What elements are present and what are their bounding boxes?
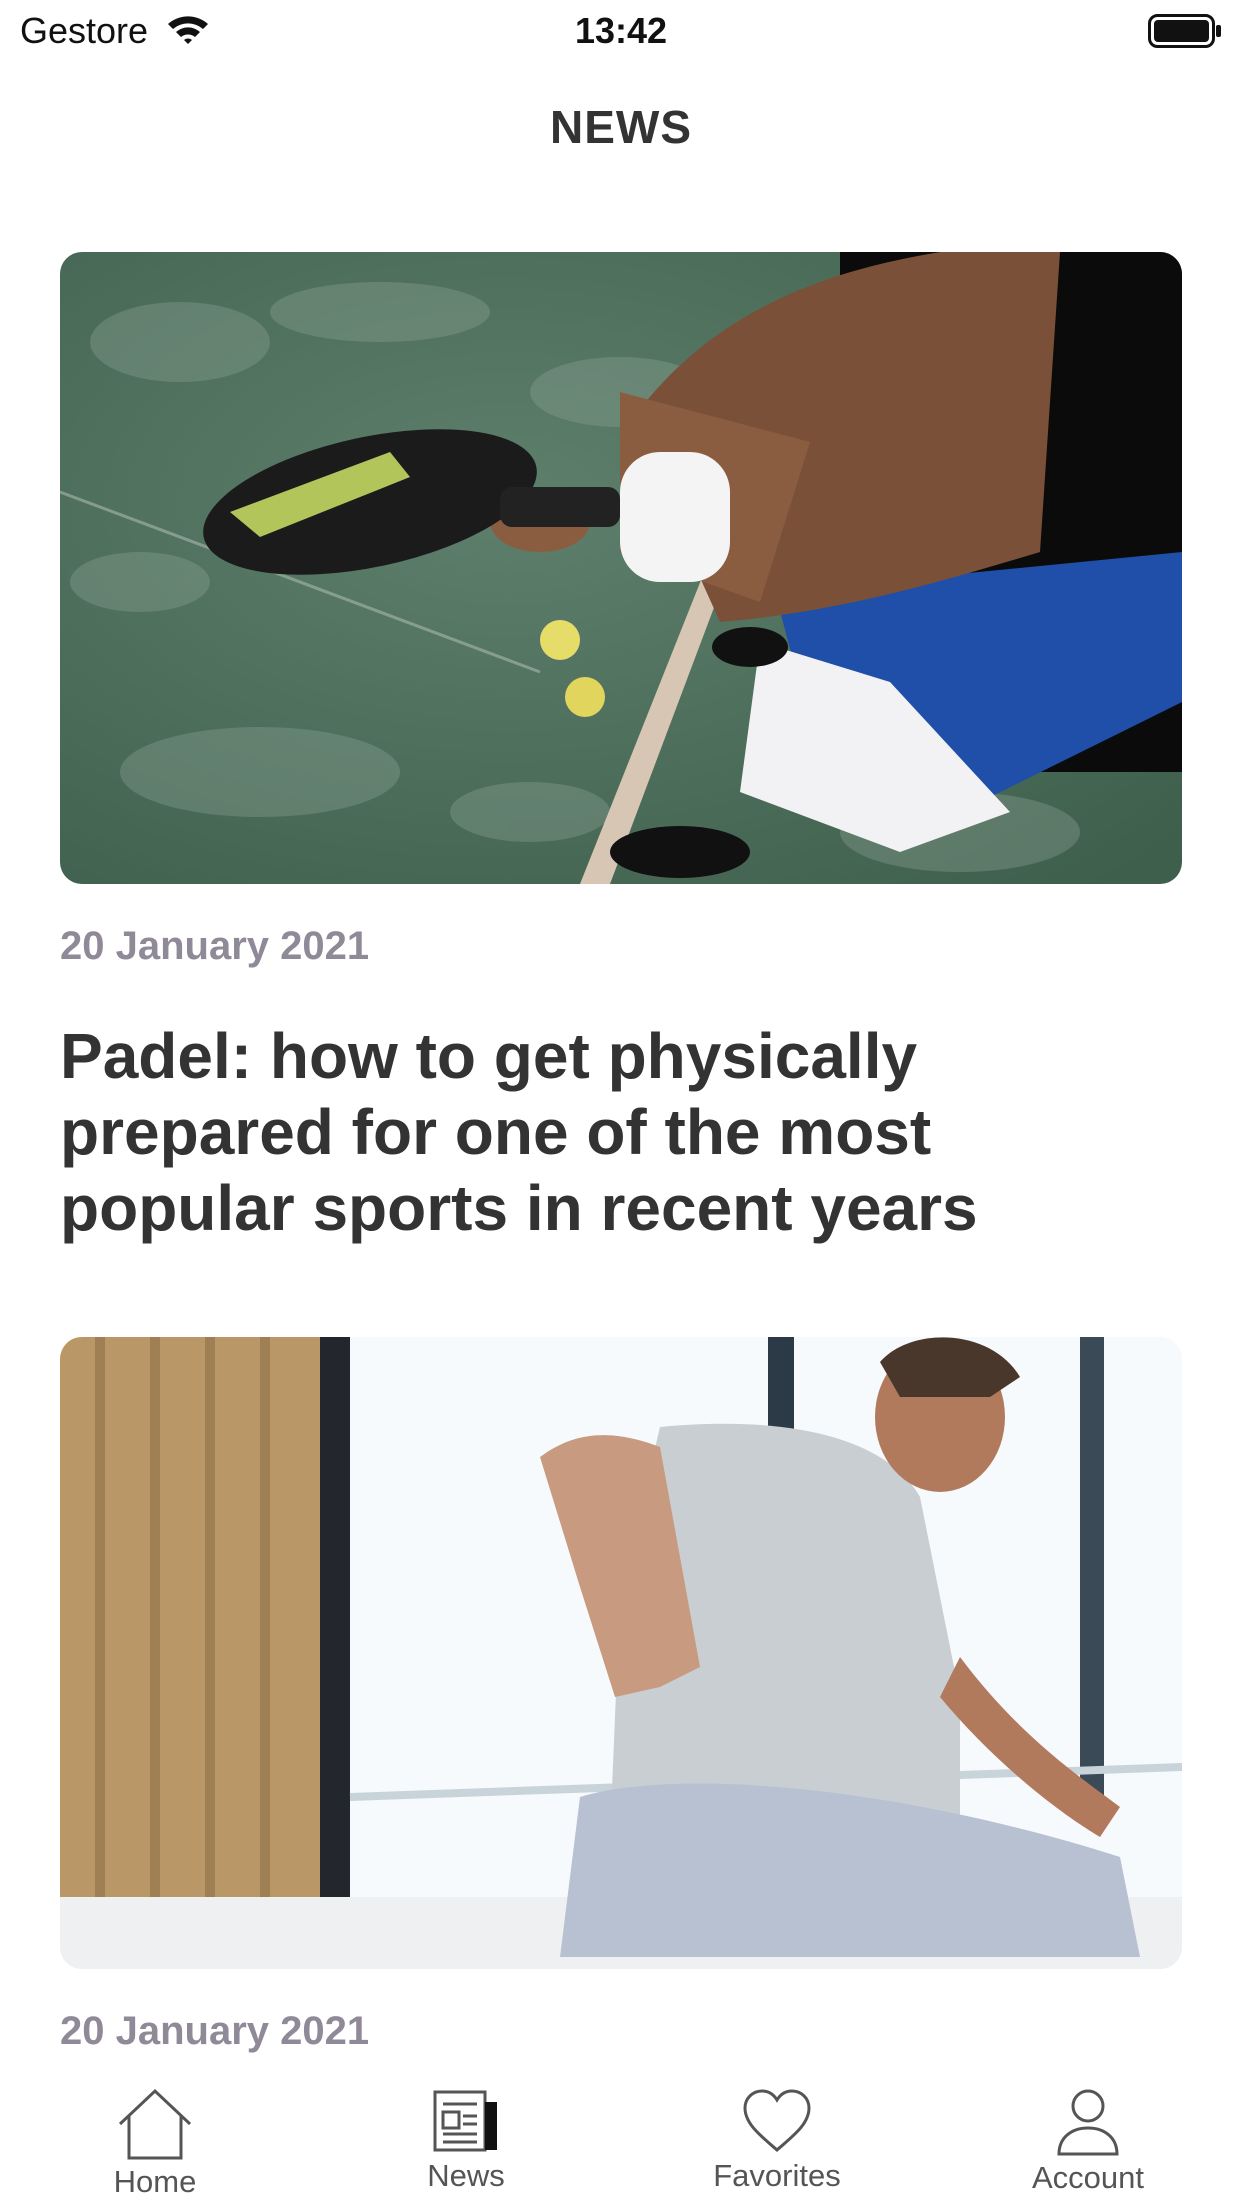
tab-news[interactable]: News [366, 2068, 566, 2208]
article-date: 20 January 2021 [60, 2009, 370, 2053]
article-title[interactable]: Padel: how to get physically prepared fo… [60, 1018, 1182, 1246]
article-date: 20 January 2021 [60, 924, 370, 968]
tab-favorites-label: Favorites [713, 2158, 841, 2193]
article-image-back-pain[interactable] [60, 1337, 1182, 1969]
tab-home-label: Home [113, 2164, 197, 2199]
tab-account-label: Account [1031, 2160, 1144, 2195]
newspaper-icon [433, 2090, 497, 2152]
battery-icon [1148, 14, 1222, 53]
status-bar: Gestore 13:42 [0, 0, 1242, 62]
tab-bar: Home News Favorites Account [0, 2068, 1242, 2208]
tab-news-label: News [427, 2158, 505, 2193]
clock: 13:42 [574, 10, 668, 51]
tab-account[interactable]: Account [988, 2068, 1188, 2208]
page-title: NEWS [550, 101, 692, 153]
home-icon [118, 2088, 192, 2160]
tab-home[interactable]: Home [55, 2068, 255, 2208]
article-image-padel[interactable] [60, 252, 1182, 884]
heart-icon [743, 2089, 811, 2152]
person-icon [1057, 2089, 1119, 2156]
tab-favorites[interactable]: Favorites [677, 2068, 877, 2208]
